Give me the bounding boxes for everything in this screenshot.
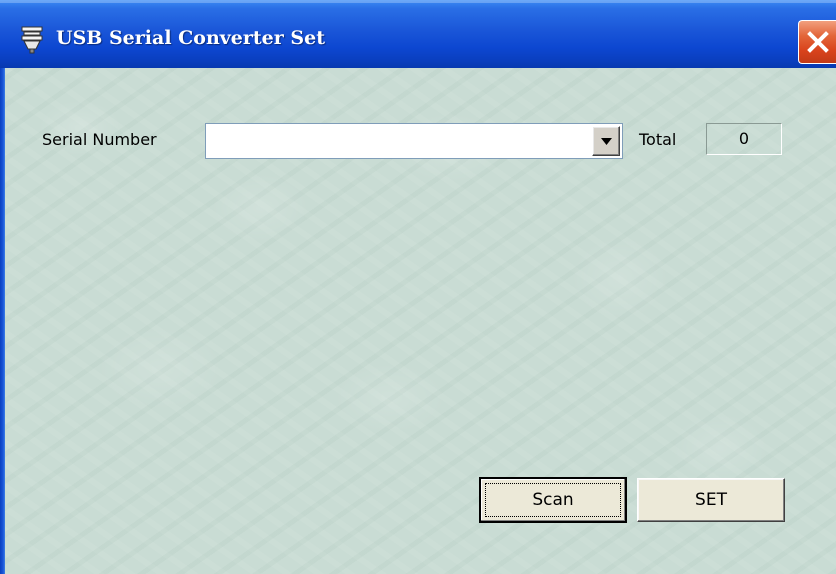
serial-number-label: Serial Number (42, 130, 157, 149)
window-title: USB Serial Converter Set (56, 27, 325, 49)
window-border (0, 68, 5, 574)
scan-button[interactable]: Scan (479, 477, 627, 523)
total-label: Total (639, 130, 677, 149)
set-button[interactable]: SET (637, 478, 785, 522)
total-value: 0 (706, 123, 782, 155)
usb-plug-icon (19, 26, 45, 54)
serial-number-combobox[interactable] (205, 123, 623, 159)
serial-number-dropdown-button[interactable] (592, 126, 620, 156)
focus-ring (485, 483, 621, 517)
chevron-down-icon (601, 138, 612, 145)
title-bar[interactable]: USB Serial Converter Set (0, 0, 836, 68)
close-button[interactable] (798, 20, 836, 64)
app-window: USB Serial Converter Set Serial Number T… (0, 0, 836, 574)
set-button-label: SET (695, 490, 727, 510)
close-icon (807, 31, 829, 53)
